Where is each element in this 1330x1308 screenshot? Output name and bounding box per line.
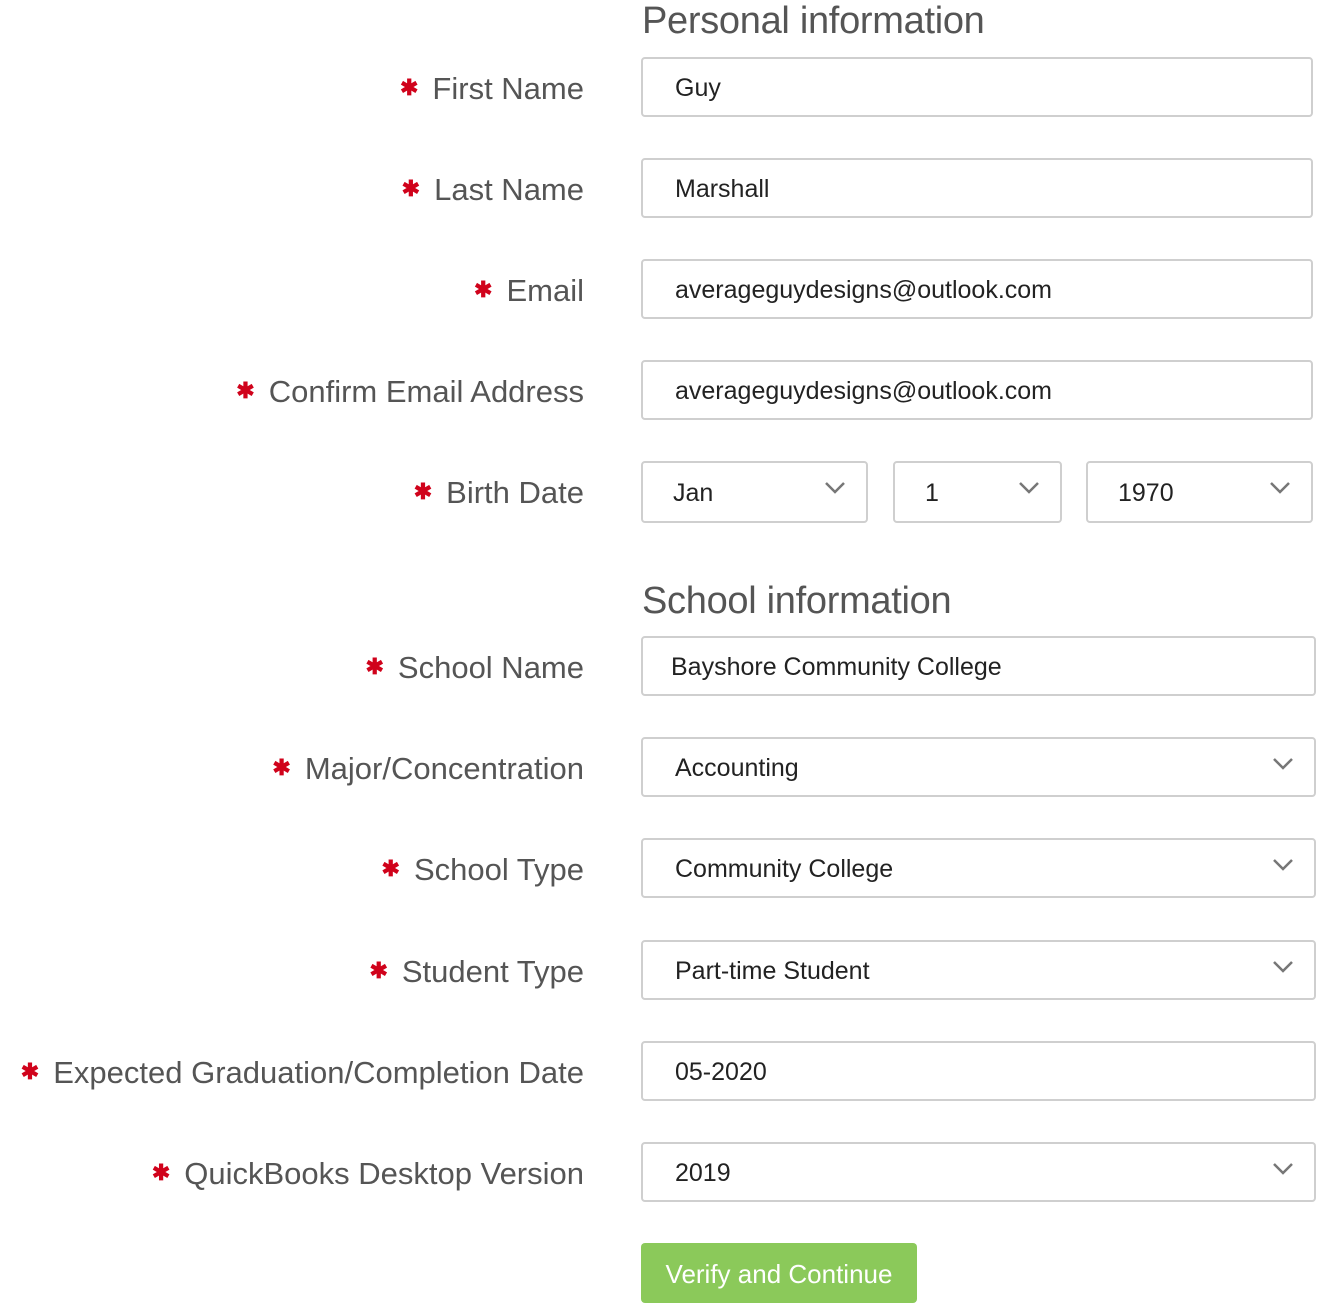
birth-month-select[interactable]: Jan	[641, 461, 868, 523]
school-name-input[interactable]: Bayshore Community College	[641, 636, 1316, 696]
last-name-row: ✱ Last Name Marshall	[0, 158, 1330, 222]
confirm-email-row: ✱ Confirm Email Address averageguydesigns…	[0, 360, 1330, 424]
required-asterisk-icon: ✱	[272, 755, 291, 780]
first-name-label-text: First Name	[432, 71, 584, 106]
major-label: ✱ Major/Concentration	[272, 737, 584, 801]
school-type-row: ✱ School Type Community College	[0, 838, 1330, 902]
birth-year-select[interactable]: 1970	[1086, 461, 1313, 523]
required-asterisk-icon: ✱	[369, 958, 388, 983]
email-label: ✱ Email	[474, 259, 584, 323]
school-type-label: ✱ School Type	[382, 838, 584, 902]
major-label-text: Major/Concentration	[304, 751, 584, 786]
email-input[interactable]: averageguydesigns@outlook.com	[641, 259, 1313, 319]
birth-day-select[interactable]: 1	[893, 461, 1062, 523]
graduation-date-row: ✱ Expected Graduation/Completion Date 05-…	[0, 1041, 1330, 1105]
school-name-label: ✱ School Name	[365, 636, 584, 700]
personal-information-heading: Personal information	[642, 0, 985, 42]
chevron-down-icon	[1269, 481, 1290, 501]
chevron-down-icon	[1272, 858, 1293, 878]
birth-year-value: 1970	[1118, 479, 1174, 507]
chevron-down-icon	[1272, 960, 1293, 980]
major-value: Accounting	[675, 754, 799, 782]
school-name-label-text: School Name	[397, 650, 584, 685]
graduation-date-value: 05-2020	[675, 1058, 767, 1086]
qb-version-value: 2019	[675, 1159, 731, 1187]
chevron-down-icon	[824, 481, 845, 501]
required-asterisk-icon: ✱	[401, 176, 421, 201]
student-type-label: ✱ Student Type	[369, 940, 584, 1004]
school-type-value: Community College	[675, 855, 894, 883]
confirm-email-label: ✱ Confirm Email Address	[236, 360, 584, 424]
confirm-email-value: averageguydesigns@outlook.com	[675, 377, 1052, 405]
student-type-row: ✱ Student Type Part-time Student	[0, 940, 1330, 1004]
school-information-heading: School information	[642, 580, 952, 622]
birth-month-value: Jan	[673, 479, 714, 507]
graduation-date-label-text: Expected Graduation/Completion Date	[53, 1055, 584, 1090]
confirm-email-input[interactable]: averageguydesigns@outlook.com	[641, 360, 1313, 420]
last-name-label: ✱ Last Name	[402, 158, 584, 222]
required-asterisk-icon: ✱	[20, 1059, 40, 1084]
last-name-input[interactable]: Marshall	[641, 158, 1313, 218]
first-name-label: ✱ First Name	[400, 57, 584, 121]
last-name-value: Marshall	[675, 175, 770, 203]
required-asterisk-icon: ✱	[381, 856, 400, 881]
major-row: ✱ Major/Concentration Accounting	[0, 737, 1330, 801]
major-select[interactable]: Accounting	[641, 737, 1316, 797]
student-type-value: Part-time Student	[675, 957, 870, 985]
required-asterisk-icon: ✱	[413, 479, 433, 504]
email-row: ✱ Email averageguydesigns@outlook.com	[0, 259, 1330, 323]
birth-date-label: ✱ Birth Date	[414, 461, 584, 525]
student-type-label-text: Student Type	[401, 954, 584, 989]
chevron-down-icon	[1272, 757, 1293, 777]
required-asterisk-icon: ✱	[365, 654, 384, 679]
last-name-label-text: Last Name	[434, 172, 584, 207]
school-name-row: ✱ School Name Bayshore Community College	[0, 636, 1330, 700]
chevron-down-icon	[1272, 1162, 1293, 1182]
student-type-select[interactable]: Part-time Student	[641, 940, 1316, 1000]
confirm-email-label-text: Confirm Email Address	[268, 374, 584, 409]
first-name-row: ✱ First Name Guy	[0, 57, 1330, 121]
graduation-date-input[interactable]: 05-2020	[641, 1041, 1316, 1101]
birth-day-value: 1	[925, 479, 939, 507]
required-asterisk-icon: ✱	[236, 378, 255, 403]
school-type-select[interactable]: Community College	[641, 838, 1316, 898]
email-label-text: Email	[506, 273, 584, 308]
chevron-down-icon	[1018, 481, 1039, 501]
required-asterisk-icon: ✱	[399, 75, 419, 100]
first-name-value: Guy	[675, 74, 721, 102]
qb-version-label-text: QuickBooks Desktop Version	[184, 1156, 584, 1191]
school-name-value: Bayshore Community College	[671, 653, 1002, 681]
graduation-date-label: ✱ Expected Graduation/Completion Date	[21, 1041, 584, 1105]
school-type-label-text: School Type	[413, 852, 584, 887]
qb-version-select[interactable]: 2019	[641, 1142, 1316, 1202]
qb-version-label: ✱ QuickBooks Desktop Version	[152, 1142, 584, 1206]
verify-and-continue-button[interactable]: Verify and Continue	[641, 1243, 917, 1303]
first-name-input[interactable]: Guy	[641, 57, 1313, 117]
birth-date-row: ✱ Birth Date Jan 1 1970	[0, 461, 1330, 525]
birth-date-label-text: Birth Date	[446, 475, 584, 510]
email-value: averageguydesigns@outlook.com	[675, 276, 1052, 304]
qb-version-row: ✱ QuickBooks Desktop Version 2019	[0, 1142, 1330, 1206]
required-asterisk-icon: ✱	[151, 1160, 171, 1185]
required-asterisk-icon: ✱	[474, 277, 493, 302]
